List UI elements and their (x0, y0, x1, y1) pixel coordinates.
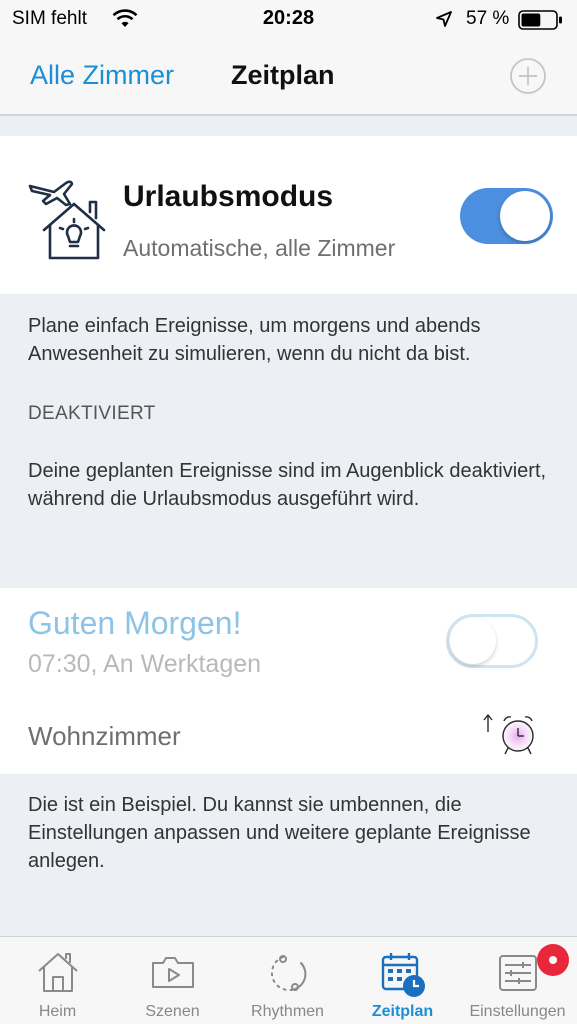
vacation-mode-title: Urlaubsmodus (123, 180, 334, 213)
tab-label: Einstellungen (469, 1003, 566, 1020)
tab-label: Szenen (145, 1003, 200, 1020)
plus-circle-icon[interactable] (509, 57, 547, 95)
calendar-clock-icon (378, 949, 428, 1004)
page-title: Zeitplan (231, 60, 335, 90)
tab-rhythmen[interactable]: Rhythmen (230, 937, 345, 1024)
tab-szenen[interactable]: Szenen (115, 937, 230, 1024)
tab-label: Heim (38, 1003, 77, 1020)
badge-dot (549, 956, 557, 964)
battery-percent: 57 % (466, 8, 510, 29)
toggle-knob (450, 618, 496, 664)
airplane-house-bulb-icon (26, 174, 112, 265)
vacation-info-section: Plane einfach Ereignisse, um morgens und… (0, 296, 577, 586)
example-description: Die ist ein Beispiel. Du kannst sie umbe… (28, 794, 531, 872)
tab-heim[interactable]: Heim (0, 937, 115, 1024)
tab-label: Rhythmen (251, 1003, 324, 1020)
vacation-mode-subtitle: Automatische, alle Zimmer (123, 235, 396, 261)
toggle-knob (500, 191, 550, 241)
status-bar: SIM fehlt 20:28 57 % (0, 0, 577, 40)
tab-bar: Heim Szenen Rhythmen Zeitplan Einstellun… (0, 936, 577, 1024)
notification-badge (537, 944, 569, 976)
vacation-mode-toggle[interactable] (460, 188, 553, 244)
schedule-item-toggle[interactable] (446, 614, 538, 668)
tab-zeitplan[interactable]: Zeitplan (345, 937, 460, 1024)
settings-icon (495, 949, 541, 1000)
schedule-item-time: 07:30, An Werktagen (28, 650, 262, 678)
vacation-mode-card[interactable]: Urlaubsmodus Automatische, alle Zimmer (0, 136, 577, 294)
status-label: DEAKTIVIERT (28, 403, 156, 424)
battery-icon (518, 10, 564, 35)
scenes-icon (148, 949, 198, 1000)
status-description: Deine geplanten Ereignisse sind im Augen… (28, 460, 547, 510)
alarm-clock-icon (480, 710, 540, 765)
all-rooms-link[interactable]: Alle Zimmer (30, 60, 174, 91)
nav-bar: Alle Zimmer Zeitplan (0, 40, 577, 116)
schedule-item-title: Guten Morgen! (28, 605, 242, 641)
home-icon (35, 949, 81, 1000)
location-arrow-icon (435, 10, 453, 33)
vacation-description: Plane einfach Ereignisse, um morgens und… (28, 315, 481, 365)
schedule-item-card[interactable]: Guten Morgen! 07:30, An Werktagen Wohnzi… (0, 588, 577, 774)
rhythms-icon (265, 949, 311, 1000)
schedule-item-room: Wohnzimmer (28, 721, 181, 751)
example-info-section: Die ist ein Beispiel. Du kannst sie umbe… (0, 775, 577, 935)
tab-label: Zeitplan (371, 1003, 434, 1020)
